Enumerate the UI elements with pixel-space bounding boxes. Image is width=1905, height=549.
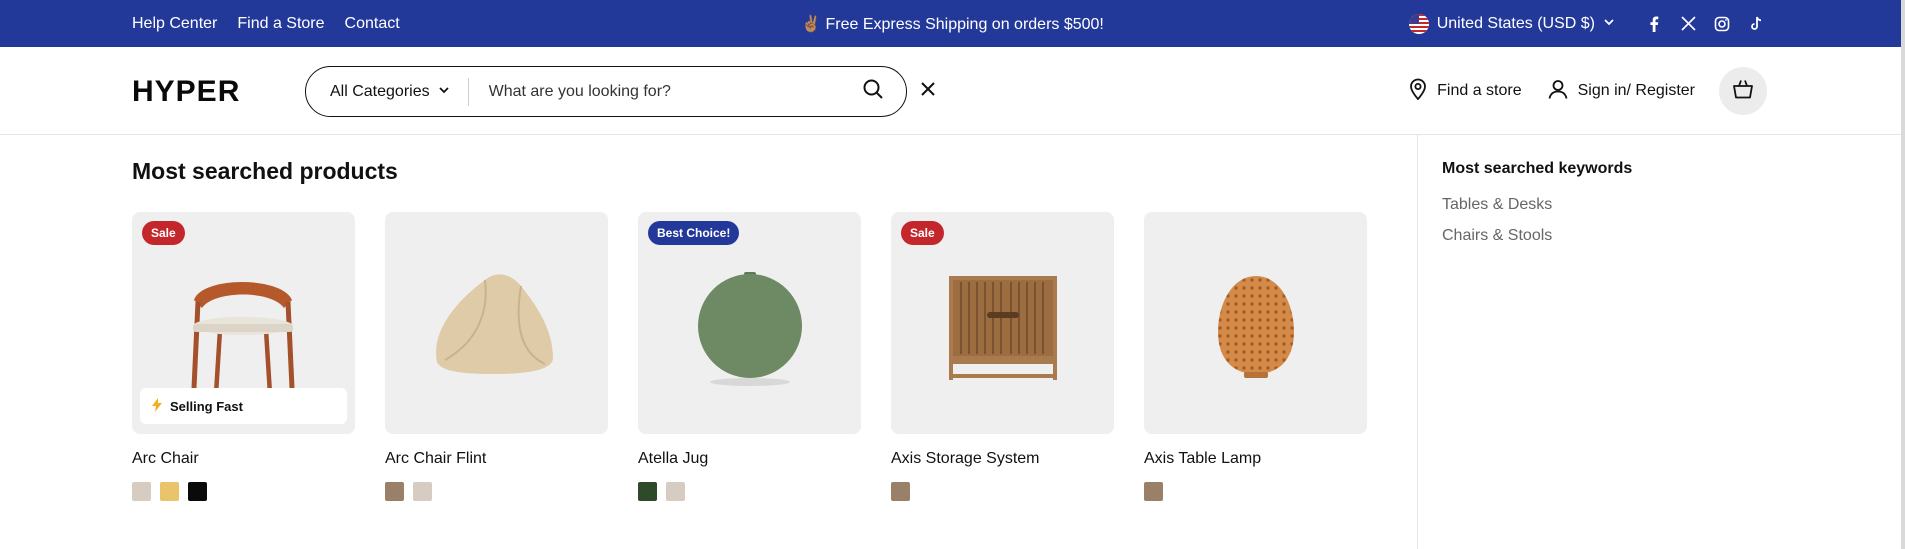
jug-illustration [698, 272, 802, 386]
product-list: Sale Selling Fast Arc Chair Arc Chair Fl… [132, 212, 1367, 501]
selling-fast-tag: Selling Fast [140, 388, 347, 424]
country-selector[interactable]: United States (USD $) [1408, 13, 1615, 34]
color-swatch[interactable] [638, 482, 657, 501]
search-icon [862, 78, 884, 105]
sign-in-button[interactable]: Sign in/ Register [1548, 79, 1695, 104]
search-bar: All Categories [305, 66, 907, 117]
color-swatch[interactable] [666, 482, 685, 501]
color-swatch[interactable] [1144, 482, 1163, 501]
product-image[interactable] [1144, 212, 1367, 434]
find-store-button[interactable]: Find a store [1409, 78, 1522, 105]
close-icon [920, 81, 936, 102]
user-icon [1548, 79, 1568, 104]
promo-text: ✌🏽 Free Express Shipping on orders $500! [801, 15, 1104, 33]
shopping-bag-icon [1732, 79, 1754, 104]
color-swatches [132, 482, 355, 501]
chevron-down-icon [438, 83, 450, 101]
find-a-store-link[interactable]: Find a Store [237, 15, 324, 33]
color-swatch[interactable] [385, 482, 404, 501]
keywords-panel: Most searched keywords Tables & Desks Ch… [1417, 135, 1905, 549]
facebook-icon[interactable] [1645, 15, 1663, 33]
us-flag-icon [1408, 13, 1429, 34]
product-image[interactable] [385, 212, 608, 434]
close-search-button[interactable] [918, 81, 938, 101]
color-swatch[interactable] [160, 482, 179, 501]
color-swatches [891, 482, 1114, 501]
product-card[interactable]: Sale Axis Storage System [891, 212, 1114, 501]
beanbag-illustration [436, 274, 553, 374]
product-card[interactable]: Best Choice! Atella Jug [638, 212, 861, 501]
keyword-link[interactable]: Chairs & Stools [1442, 227, 1552, 245]
color-swatch[interactable] [132, 482, 151, 501]
product-name[interactable]: Axis Storage System [891, 450, 1114, 468]
color-swatches [638, 482, 861, 501]
selling-fast-label: Selling Fast [170, 398, 243, 414]
location-pin-icon [1409, 78, 1427, 105]
color-swatch[interactable] [413, 482, 432, 501]
category-select[interactable]: All Categories [306, 77, 469, 106]
section-title: Most searched products [132, 158, 398, 184]
announcement-bar: Help Center Find a Store Contact ✌🏽 Free… [0, 0, 1905, 47]
top-links: Help Center Find a Store Contact [132, 0, 400, 47]
help-center-link[interactable]: Help Center [132, 15, 217, 33]
tiktok-icon[interactable] [1747, 15, 1765, 33]
find-store-label: Find a store [1437, 82, 1522, 99]
product-name[interactable]: Arc Chair Flint [385, 450, 608, 468]
keywords-list: Tables & Desks Chairs & Stools [1442, 196, 1552, 258]
product-name[interactable]: Axis Table Lamp [1144, 450, 1367, 468]
lamp-illustration [1218, 276, 1294, 378]
search-input[interactable] [468, 71, 848, 112]
search-button[interactable] [848, 72, 898, 112]
topbar-right: United States (USD $) [1408, 0, 1765, 47]
scrollbar[interactable] [1901, 0, 1905, 549]
instagram-icon[interactable] [1713, 15, 1731, 33]
x-icon[interactable] [1679, 15, 1697, 33]
best-choice-badge: Best Choice! [648, 221, 740, 245]
category-select-label: All Categories [330, 82, 430, 100]
color-swatches [1144, 482, 1367, 501]
product-card[interactable]: Arc Chair Flint [385, 212, 608, 501]
storage-illustration [949, 276, 1057, 380]
sale-badge: Sale [901, 221, 944, 245]
product-card[interactable]: Axis Table Lamp [1144, 212, 1367, 501]
chevron-down-icon [1603, 15, 1615, 33]
site-header: HYPER All Categories Find a store [0, 47, 1905, 135]
keywords-title: Most searched keywords [1442, 160, 1633, 177]
contact-link[interactable]: Contact [345, 15, 400, 33]
country-label: United States (USD $) [1436, 14, 1595, 32]
product-image[interactable]: Best Choice! [638, 212, 861, 434]
color-swatch[interactable] [188, 482, 207, 501]
product-name[interactable]: Arc Chair [132, 450, 355, 468]
product-card[interactable]: Sale Selling Fast Arc Chair [132, 212, 355, 501]
sign-in-label: Sign in/ Register [1577, 82, 1695, 99]
keyword-link[interactable]: Tables & Desks [1442, 196, 1552, 214]
brand-logo[interactable]: HYPER [132, 75, 240, 109]
color-swatches [385, 482, 608, 501]
cart-button[interactable] [1719, 67, 1767, 115]
product-image[interactable]: Sale [891, 212, 1114, 434]
lightning-icon [152, 397, 162, 415]
product-image[interactable]: Sale Selling Fast [132, 212, 355, 434]
header-actions: Find a store Sign in/ Register [1409, 66, 1767, 116]
product-name[interactable]: Atella Jug [638, 450, 861, 468]
color-swatch[interactable] [891, 482, 910, 501]
sale-badge: Sale [142, 221, 185, 245]
